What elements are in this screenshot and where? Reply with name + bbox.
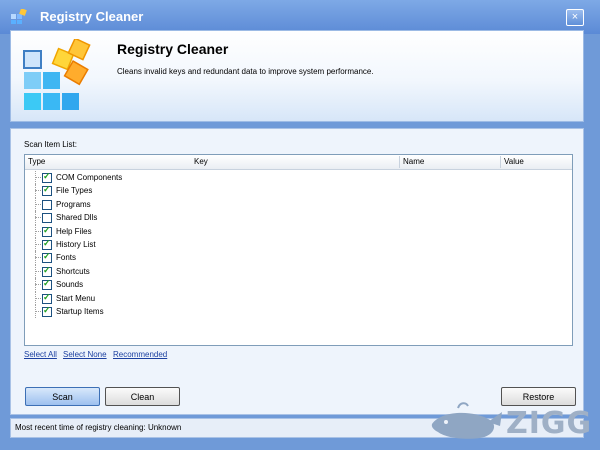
header-title: Registry Cleaner [117, 41, 229, 57]
close-button[interactable]: × [566, 9, 584, 26]
recommended-link[interactable]: Recommended [113, 350, 167, 359]
item-checkbox[interactable] [42, 305, 52, 317]
whale-icon [431, 402, 502, 439]
list-header: Type Key Name Value [25, 155, 572, 170]
select-none-link[interactable]: Select None [63, 350, 107, 359]
tree-connector [35, 243, 41, 245]
main-panel: Scan Item List: Type Key Name Value COM … [10, 128, 584, 415]
item-label: Sounds [56, 280, 84, 290]
registry-cleaner-app-icon [11, 9, 27, 24]
select-all-link[interactable]: Select All [24, 350, 57, 359]
close-icon: × [571, 11, 579, 23]
scan-item-list[interactable]: Type Key Name Value COM Components File T… [24, 154, 573, 346]
item-label: Fonts [56, 253, 77, 263]
item-label: Programs [56, 199, 91, 209]
item-checkbox[interactable] [42, 238, 52, 250]
column-header-type[interactable]: Type [28, 157, 45, 166]
item-label: Startup Items [56, 306, 104, 316]
item-label: Shared Dlls [56, 213, 98, 223]
item-checkbox[interactable] [42, 171, 52, 183]
item-checkbox[interactable] [42, 184, 52, 197]
header-banner: Registry Cleaner Cleans invalid keys and… [10, 30, 584, 122]
title-bar[interactable]: Registry Cleaner × [0, 0, 600, 34]
watermark-text: ZIGG [506, 406, 593, 441]
scan-item-list-label: Scan Item List: [24, 140, 77, 149]
item-checkbox[interactable] [42, 265, 52, 277]
status-text: Most recent time of registry cleaning: U… [15, 423, 182, 432]
item-checkbox[interactable] [42, 199, 52, 210]
item-checkbox[interactable] [42, 251, 52, 264]
column-header-name[interactable]: Name [403, 157, 424, 166]
window-title: Registry Cleaner [40, 9, 144, 24]
tree-connector [35, 230, 41, 232]
zigg-watermark: ZIGG [428, 398, 594, 444]
item-label: Help Files [56, 226, 92, 236]
item-label: Shortcuts [56, 266, 90, 276]
registry-cleaner-logo [23, 39, 91, 110]
tree-connector [35, 257, 41, 259]
item-label: Start Menu [56, 293, 96, 303]
tree-connector [35, 203, 41, 205]
tree-connector [35, 217, 41, 219]
clean-button[interactable]: Clean [105, 387, 180, 406]
item-checkbox[interactable] [42, 225, 52, 237]
tree-connector [35, 310, 41, 312]
item-label: File Types [56, 186, 93, 196]
tree-connector [35, 297, 41, 299]
app-window: Registry Cleaner × Registry Cleaner Clea… [0, 0, 600, 450]
item-checkbox[interactable] [42, 213, 52, 224]
item-label: History List [56, 239, 96, 249]
header-description: Cleans invalid keys and redundant data t… [117, 67, 374, 76]
tree-connector [35, 270, 41, 272]
item-label: COM Components [56, 173, 123, 182]
scan-button[interactable]: Scan [25, 387, 100, 406]
item-checkbox[interactable] [42, 292, 52, 304]
tree-connector [35, 284, 41, 286]
column-header-value[interactable]: Value [504, 157, 524, 166]
tree-connector [35, 190, 41, 192]
tree-connector [35, 177, 41, 178]
item-checkbox[interactable] [42, 278, 52, 291]
column-header-key[interactable]: Key [194, 157, 208, 166]
